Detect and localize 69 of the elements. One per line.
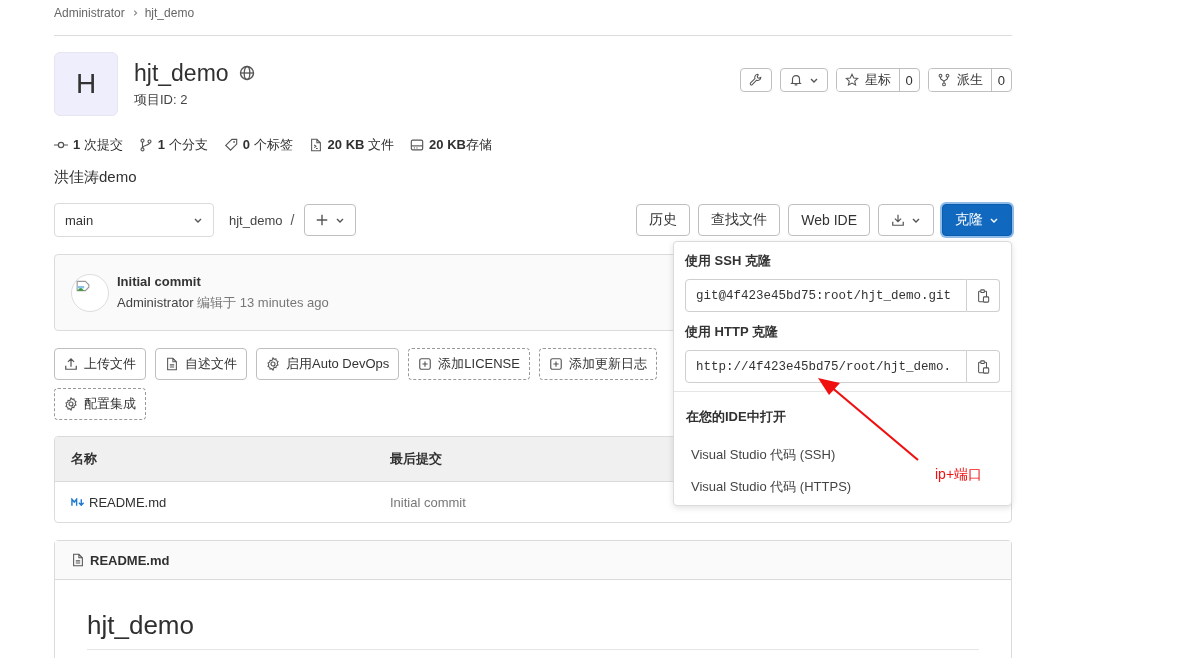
action-button[interactable]: 启用Auto DevOps [256,348,400,380]
copy-button[interactable] [967,279,1000,312]
url-field[interactable]: git@4f423e45bd75:root/hjt_demo.git [685,279,967,312]
star-count[interactable]: 0 [898,69,919,91]
settings-button[interactable] [739,68,772,92]
tag-icon [223,138,238,152]
action-button[interactable]: 上传文件 [54,348,146,380]
clone-button[interactable]: 克隆 [942,204,1012,236]
stat-link[interactable]: 1 个分支 [157,136,208,154]
path-link[interactable]: hjt_demo [229,212,283,228]
action-button[interactable]: 添加LICENSE [408,348,530,380]
menu-item[interactable]: Visual Studio 代码 (SSH) [686,439,841,471]
project-avatar: H [54,52,118,116]
branch-icon [138,138,153,152]
action-button[interactable]: 添加更新日志 [538,348,657,380]
section-label: 使用 SSH 克隆 [685,252,772,270]
action-button[interactable]: 配置集成 [54,388,146,420]
wrench-icon [748,73,763,87]
file-icon [308,138,323,152]
markdown-icon [71,497,85,507]
project-id: 项目ID: 2 [134,90,189,109]
copy-button[interactable] [967,350,1000,383]
gear-icon [64,397,78,411]
annotation-text: ip+端口 [935,466,983,484]
commit-link[interactable]: Initial commit [390,494,466,510]
toolbar-button[interactable]: 查找文件 [698,204,781,236]
clipboard-icon [976,288,990,303]
gear-icon [266,357,280,371]
storage-icon [410,138,425,152]
menu-item[interactable]: Visual Studio 代码 (HTTPS) [686,471,857,503]
branch-select[interactable]: main [54,203,214,237]
star-icon [844,73,859,87]
download-button[interactable] [878,204,934,236]
column-header: 名称 [70,450,98,468]
project-description: 洪佳涛demo [54,168,138,187]
toolbar-button[interactable]: Web IDE [788,204,870,236]
stat-link[interactable]: 20 KB 文件 [327,136,395,154]
stat-link[interactable]: 0 个标签 [242,136,293,154]
action-button[interactable]: 自述文件 [155,348,247,380]
file-icon [71,553,85,567]
add-button[interactable] [304,204,357,236]
readme-heading: hjt_demo [87,610,979,650]
column-header: 最后提交 [390,450,442,468]
toolbar-button[interactable]: 历史 [636,204,691,236]
plus-square-icon [548,357,563,371]
section-label: 使用 HTTP 克隆 [685,323,779,341]
plus-square-icon [418,357,433,371]
fork-icon [936,73,951,87]
section-label: 在您的IDE中打开 [686,408,787,426]
url-field[interactable]: http://4f423e45bd75/root/hjt_demo. [685,350,967,383]
breadcrumb-link[interactable]: hjt_demo [144,6,195,20]
commit-meta: Administrator 编辑于 13 minutes ago [117,293,329,312]
breadcrumb-link[interactable]: Administrator [54,6,125,20]
fork-count[interactable]: 0 [990,69,1011,91]
commit-title[interactable]: Initial commit [117,273,329,289]
clipboard-icon [976,359,990,374]
download-icon [891,213,905,227]
path-separator: / [290,212,295,228]
stat-link[interactable]: 20 KB存储 [429,136,492,154]
stat-link[interactable]: 1 次提交 [73,136,123,154]
plus-icon [315,213,330,227]
project-title: hjt_demo [134,59,229,87]
bell-icon [788,73,803,87]
readme-filename: README.md [90,552,170,568]
notification-button[interactable] [779,68,828,92]
upload-icon [64,357,78,371]
file-icon [165,357,179,371]
broken-image-icon [76,278,90,293]
file-link[interactable]: README.md [89,494,167,510]
